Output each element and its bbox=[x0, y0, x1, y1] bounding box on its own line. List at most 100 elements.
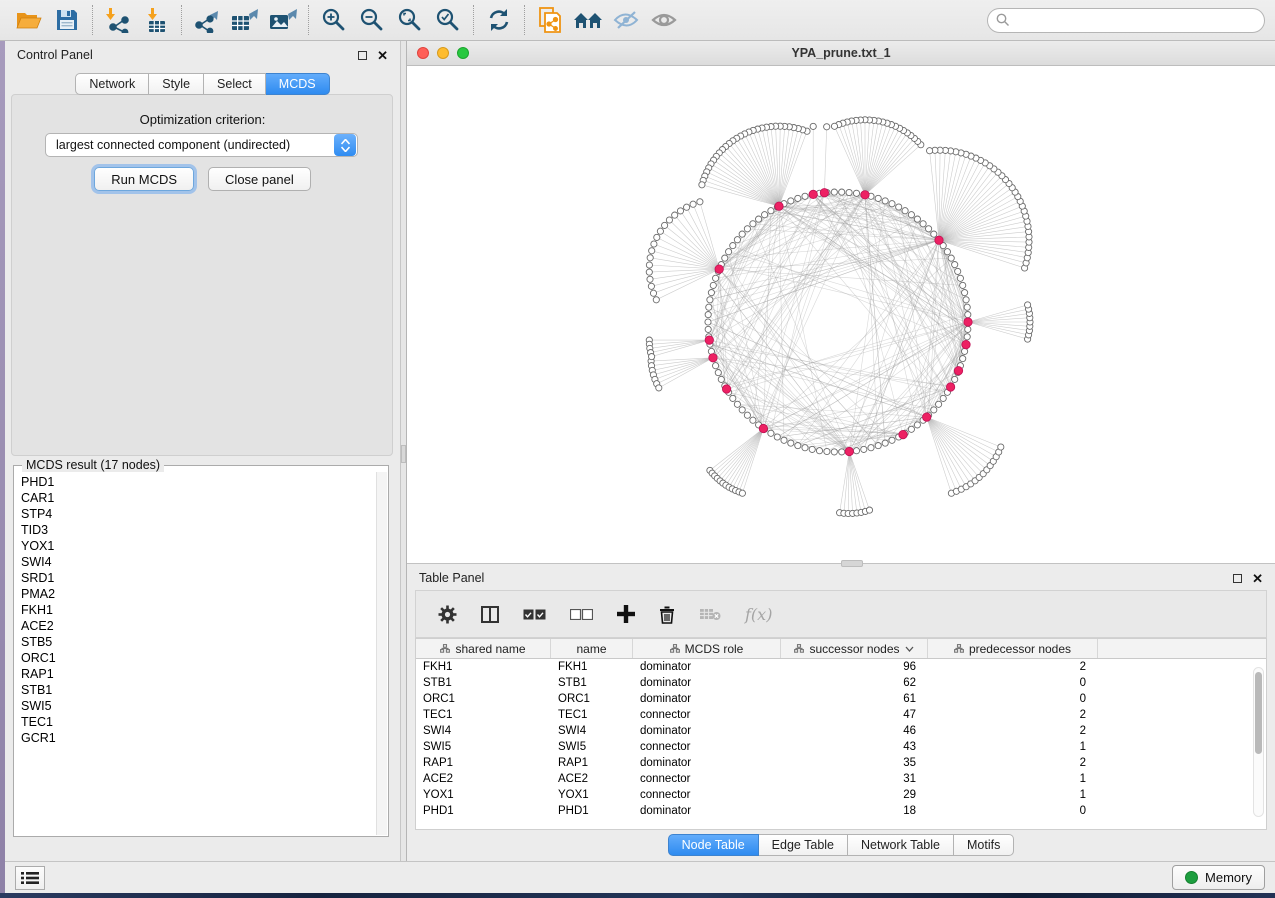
mcds-list-scrollbar[interactable] bbox=[376, 472, 387, 835]
cell-successor-nodes[interactable]: 18 bbox=[781, 803, 928, 819]
cell-mcds-role[interactable]: dominator bbox=[633, 659, 781, 675]
cell-mcds-role[interactable]: dominator bbox=[633, 723, 781, 739]
cell-successor-nodes[interactable]: 96 bbox=[781, 659, 928, 675]
column-header-shared-name[interactable]: shared name bbox=[416, 639, 551, 658]
mcds-result-item[interactable]: PHD1 bbox=[21, 474, 376, 490]
zoom-in-button[interactable] bbox=[315, 3, 353, 37]
select-all-button[interactable] bbox=[523, 609, 546, 620]
cell-mcds-role[interactable]: connector bbox=[633, 739, 781, 755]
close-panel-button[interactable]: Close panel bbox=[208, 167, 311, 191]
tab-edge-table[interactable]: Edge Table bbox=[759, 834, 848, 856]
cell-shared-name[interactable]: SWI5 bbox=[416, 739, 551, 755]
cell-predecessor-nodes[interactable]: 0 bbox=[928, 803, 1098, 819]
cell-successor-nodes[interactable]: 35 bbox=[781, 755, 928, 771]
network-graph[interactable] bbox=[407, 66, 1275, 563]
delete-table-button[interactable] bbox=[699, 607, 721, 621]
mcds-result-item[interactable]: STB5 bbox=[21, 634, 376, 650]
cell-name[interactable]: TEC1 bbox=[551, 707, 633, 723]
first-neighbors-button[interactable] bbox=[569, 3, 607, 37]
cell-predecessor-nodes[interactable]: 2 bbox=[928, 723, 1098, 739]
mcds-result-item[interactable]: SRD1 bbox=[21, 570, 376, 586]
cell-successor-nodes[interactable]: 31 bbox=[781, 771, 928, 787]
cell-name[interactable]: SWI5 bbox=[551, 739, 633, 755]
cell-predecessor-nodes[interactable]: 2 bbox=[928, 707, 1098, 723]
cell-predecessor-nodes[interactable]: 2 bbox=[928, 755, 1098, 771]
mcds-result-item[interactable]: ORC1 bbox=[21, 650, 376, 666]
cell-successor-nodes[interactable]: 46 bbox=[781, 723, 928, 739]
cell-name[interactable]: YOX1 bbox=[551, 787, 633, 803]
cell-mcds-role[interactable]: dominator bbox=[633, 691, 781, 707]
table-row[interactable]: ACE2ACE2connector311 bbox=[416, 771, 1266, 787]
optimization-criterion-select[interactable]: largest connected component (undirected) bbox=[45, 133, 358, 157]
mcds-result-item[interactable]: YOX1 bbox=[21, 538, 376, 554]
tab-network-table[interactable]: Network Table bbox=[848, 834, 954, 856]
log-console-button[interactable] bbox=[15, 866, 45, 890]
cell-predecessor-nodes[interactable]: 1 bbox=[928, 771, 1098, 787]
cell-name[interactable]: SWI4 bbox=[551, 723, 633, 739]
export-network-button[interactable] bbox=[188, 3, 226, 37]
tab-style[interactable]: Style bbox=[149, 73, 204, 95]
mcds-result-item[interactable]: CAR1 bbox=[21, 490, 376, 506]
import-network-button[interactable] bbox=[99, 3, 137, 37]
cell-name[interactable]: RAP1 bbox=[551, 755, 633, 771]
cell-shared-name[interactable]: TEC1 bbox=[416, 707, 551, 723]
mcds-result-item[interactable]: TID3 bbox=[21, 522, 376, 538]
close-table-panel-icon[interactable]: ✕ bbox=[1252, 574, 1263, 583]
export-table-button[interactable] bbox=[226, 3, 264, 37]
cell-name[interactable]: STB1 bbox=[551, 675, 633, 691]
network-canvas[interactable] bbox=[407, 66, 1275, 563]
deselect-all-button[interactable] bbox=[570, 609, 593, 620]
cell-name[interactable]: ORC1 bbox=[551, 691, 633, 707]
cell-predecessor-nodes[interactable]: 2 bbox=[928, 659, 1098, 675]
mcds-result-item[interactable]: PMA2 bbox=[21, 586, 376, 602]
table-scrollbar-thumb[interactable] bbox=[1255, 672, 1262, 754]
table-row[interactable]: TEC1TEC1connector472 bbox=[416, 707, 1266, 723]
clone-network-button[interactable] bbox=[531, 3, 569, 37]
show-all-button[interactable] bbox=[645, 3, 683, 37]
cell-shared-name[interactable]: RAP1 bbox=[416, 755, 551, 771]
cell-successor-nodes[interactable]: 62 bbox=[781, 675, 928, 691]
export-image-button[interactable] bbox=[264, 3, 302, 37]
float-table-panel-icon[interactable] bbox=[1233, 574, 1242, 583]
table-row[interactable]: SWI4SWI4dominator462 bbox=[416, 723, 1266, 739]
mcds-result-item[interactable]: FKH1 bbox=[21, 602, 376, 618]
cell-mcds-role[interactable]: connector bbox=[633, 771, 781, 787]
cell-shared-name[interactable]: YOX1 bbox=[416, 787, 551, 803]
search-input[interactable] bbox=[987, 8, 1265, 33]
create-column-button[interactable] bbox=[617, 605, 635, 623]
run-mcds-button[interactable]: Run MCDS bbox=[94, 167, 194, 191]
cell-successor-nodes[interactable]: 29 bbox=[781, 787, 928, 803]
tab-mcds[interactable]: MCDS bbox=[266, 73, 330, 95]
cell-shared-name[interactable]: ORC1 bbox=[416, 691, 551, 707]
mcds-result-item[interactable]: GCR1 bbox=[21, 730, 376, 746]
column-header-successor-nodes[interactable]: successor nodes bbox=[781, 639, 928, 658]
table-row[interactable]: STB1STB1dominator620 bbox=[416, 675, 1266, 691]
cell-shared-name[interactable]: FKH1 bbox=[416, 659, 551, 675]
cell-predecessor-nodes[interactable]: 1 bbox=[928, 739, 1098, 755]
cell-predecessor-nodes[interactable]: 0 bbox=[928, 675, 1098, 691]
import-table-button[interactable] bbox=[137, 3, 175, 37]
cell-shared-name[interactable]: PHD1 bbox=[416, 803, 551, 819]
cell-mcds-role[interactable]: dominator bbox=[633, 755, 781, 771]
function-builder-button[interactable]: f(x) bbox=[745, 605, 772, 624]
column-header-name[interactable]: name bbox=[551, 639, 633, 658]
zoom-selected-button[interactable] bbox=[429, 3, 467, 37]
mcds-result-list[interactable]: PHD1CAR1STP4TID3YOX1SWI4SRD1PMA2FKH1ACE2… bbox=[15, 472, 376, 835]
table-row[interactable]: FKH1FKH1dominator962 bbox=[416, 659, 1266, 675]
tab-select[interactable]: Select bbox=[204, 73, 266, 95]
cell-mcds-role[interactable]: dominator bbox=[633, 803, 781, 819]
mcds-result-item[interactable]: SWI5 bbox=[21, 698, 376, 714]
mcds-result-item[interactable]: ACE2 bbox=[21, 618, 376, 634]
table-row[interactable]: RAP1RAP1dominator352 bbox=[416, 755, 1266, 771]
cell-successor-nodes[interactable]: 61 bbox=[781, 691, 928, 707]
tab-network[interactable]: Network bbox=[75, 73, 149, 95]
cell-mcds-role[interactable]: connector bbox=[633, 787, 781, 803]
table-row[interactable]: ORC1ORC1dominator610 bbox=[416, 691, 1266, 707]
cell-name[interactable]: PHD1 bbox=[551, 803, 633, 819]
cell-predecessor-nodes[interactable]: 0 bbox=[928, 691, 1098, 707]
tab-motifs[interactable]: Motifs bbox=[954, 834, 1014, 856]
cell-shared-name[interactable]: SWI4 bbox=[416, 723, 551, 739]
cell-name[interactable]: FKH1 bbox=[551, 659, 633, 675]
refresh-button[interactable] bbox=[480, 3, 518, 37]
zoom-out-button[interactable] bbox=[353, 3, 391, 37]
